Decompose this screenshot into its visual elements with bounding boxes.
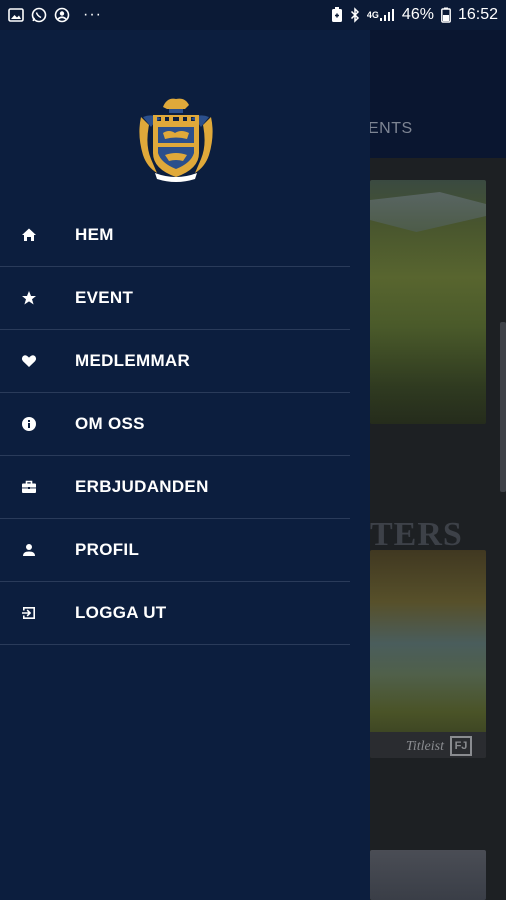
signal-icon: 4G [367, 8, 395, 22]
background-overlay-title: TERS [370, 516, 463, 553]
battery-percent: 46% [401, 6, 434, 23]
battery-saver-icon [331, 7, 343, 23]
menu-label-hem: HEM [75, 225, 114, 244]
club-crest-logo [133, 95, 219, 185]
menu-label-erbjudanden: ERBJUDANDEN [75, 477, 209, 496]
person-icon [19, 540, 39, 560]
menu-item-hem[interactable]: HEM [0, 204, 350, 267]
heart-icon [19, 351, 39, 371]
menu-item-erbjudanden[interactable]: ERBJUDANDEN [0, 456, 350, 519]
menu-label-medlemmar: MEDLEMMAR [75, 351, 191, 370]
menu-item-event[interactable]: EVENT [0, 267, 350, 330]
status-left: ··· [8, 6, 102, 24]
menu-label-logga-ut: LOGGA UT [75, 603, 167, 622]
briefcase-icon [19, 477, 39, 497]
battery-icon [441, 7, 451, 23]
background-card-image [370, 192, 486, 232]
home-icon [19, 225, 39, 245]
sponsor-titleist: Titleist [405, 739, 444, 754]
drawer-menu: HEM EVENT MEDLEMMAR OM OSS ERBJUDANDEN P… [0, 204, 370, 645]
background-scrollbar[interactable] [500, 322, 506, 492]
logout-icon [19, 603, 39, 623]
menu-label-profil: PROFIL [75, 540, 140, 559]
gallery-icon [8, 8, 24, 22]
sponsor-fj-badge: FJ [450, 736, 472, 756]
background-card-event: Titleist FJ [370, 550, 486, 758]
navigation-drawer: HEM EVENT MEDLEMMAR OM OSS ERBJUDANDEN P… [0, 30, 370, 900]
clock: 16:52 [457, 6, 498, 23]
background-tab-label: ENTS [368, 120, 413, 137]
star-icon [19, 288, 39, 308]
menu-item-logga-ut[interactable]: LOGGA UT [0, 582, 350, 645]
info-icon [19, 414, 39, 434]
menu-item-om-oss[interactable]: OM OSS [0, 393, 350, 456]
background-sponsor-bar: Titleist FJ [370, 732, 486, 758]
status-right: 4G 46% 16:52 [331, 6, 498, 24]
whatsapp-icon [31, 7, 47, 23]
menu-item-medlemmar[interactable]: MEDLEMMAR [0, 330, 350, 393]
background-card-golf-course [370, 180, 486, 424]
background-card-bottom [370, 850, 486, 900]
status-bar: ··· 4G 46% 16:52 [0, 0, 506, 30]
account-circle-icon [54, 7, 70, 23]
more-notifications-icon: ··· [83, 6, 102, 23]
menu-label-om-oss: OM OSS [75, 414, 145, 433]
menu-label-event: EVENT [75, 288, 134, 307]
menu-item-profil[interactable]: PROFIL [0, 519, 350, 582]
bluetooth-icon [350, 7, 360, 23]
